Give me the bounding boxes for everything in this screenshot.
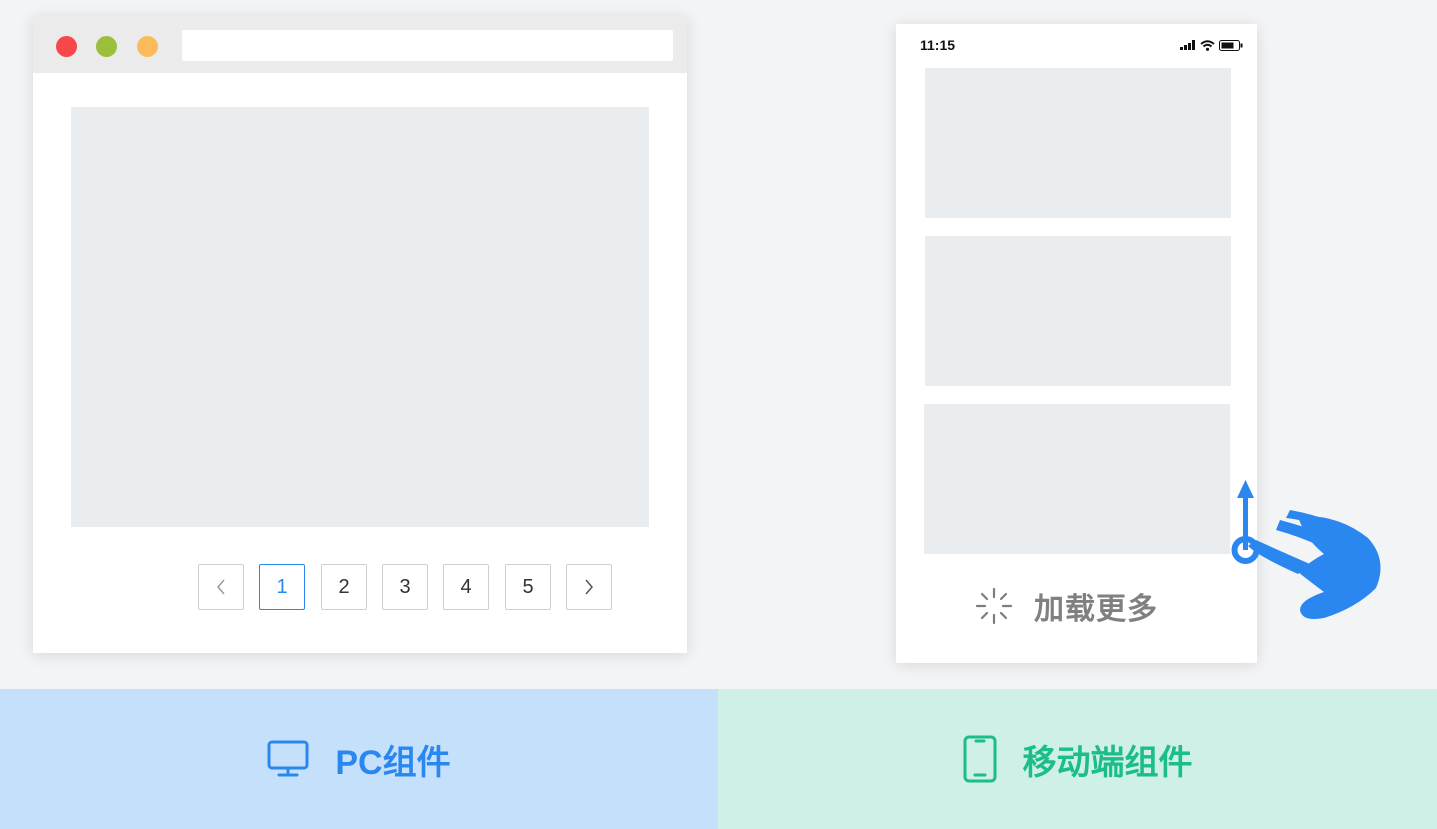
pagination-next-button[interactable] [566,564,612,610]
load-more-label: 加载更多 [1034,593,1158,626]
address-bar-input[interactable] [182,30,673,61]
list-item-placeholder [924,404,1230,554]
signal-icon [1180,40,1195,50]
list-item-placeholder [925,236,1231,386]
battery-icon [1219,39,1243,51]
browser-titlebar [33,16,687,73]
pagination-page-1[interactable]: 1 [259,564,305,610]
pagination-page-4[interactable]: 4 [443,564,489,610]
mobile-phone-frame: 11:15 加载更多 [896,24,1257,663]
mobile-components-label: 移动端组件 [1022,743,1193,782]
pagination-page-2[interactable]: 2 [321,564,367,610]
swipe-up-hand-icon [1231,480,1381,619]
content-placeholder [71,107,649,527]
loading-spinner-icon [975,587,1013,625]
monitor-icon [267,740,309,777]
pagination-page-3[interactable]: 3 [382,564,428,610]
status-bar-icons [1180,39,1243,51]
close-window-button[interactable] [56,36,77,57]
chevron-left-icon [217,579,225,595]
pagination-page-5[interactable]: 5 [505,564,551,610]
pc-browser-window: 1 2 3 4 5 [33,16,687,653]
minimize-window-button[interactable] [96,36,117,57]
chevron-right-icon [585,579,593,595]
wifi-icon [1200,39,1215,51]
pagination-prev-button[interactable] [198,564,244,610]
list-item-placeholder [925,68,1231,218]
mobile-components-tab[interactable]: 移动端组件 [718,689,1437,829]
pc-components-label: PC组件 [335,743,451,782]
load-more-indicator[interactable]: 加载更多 [974,586,1158,626]
phone-icon [963,735,996,783]
pc-components-tab[interactable]: PC组件 [0,689,718,829]
status-bar-time: 11:15 [920,37,956,53]
maximize-window-button[interactable] [137,36,158,57]
